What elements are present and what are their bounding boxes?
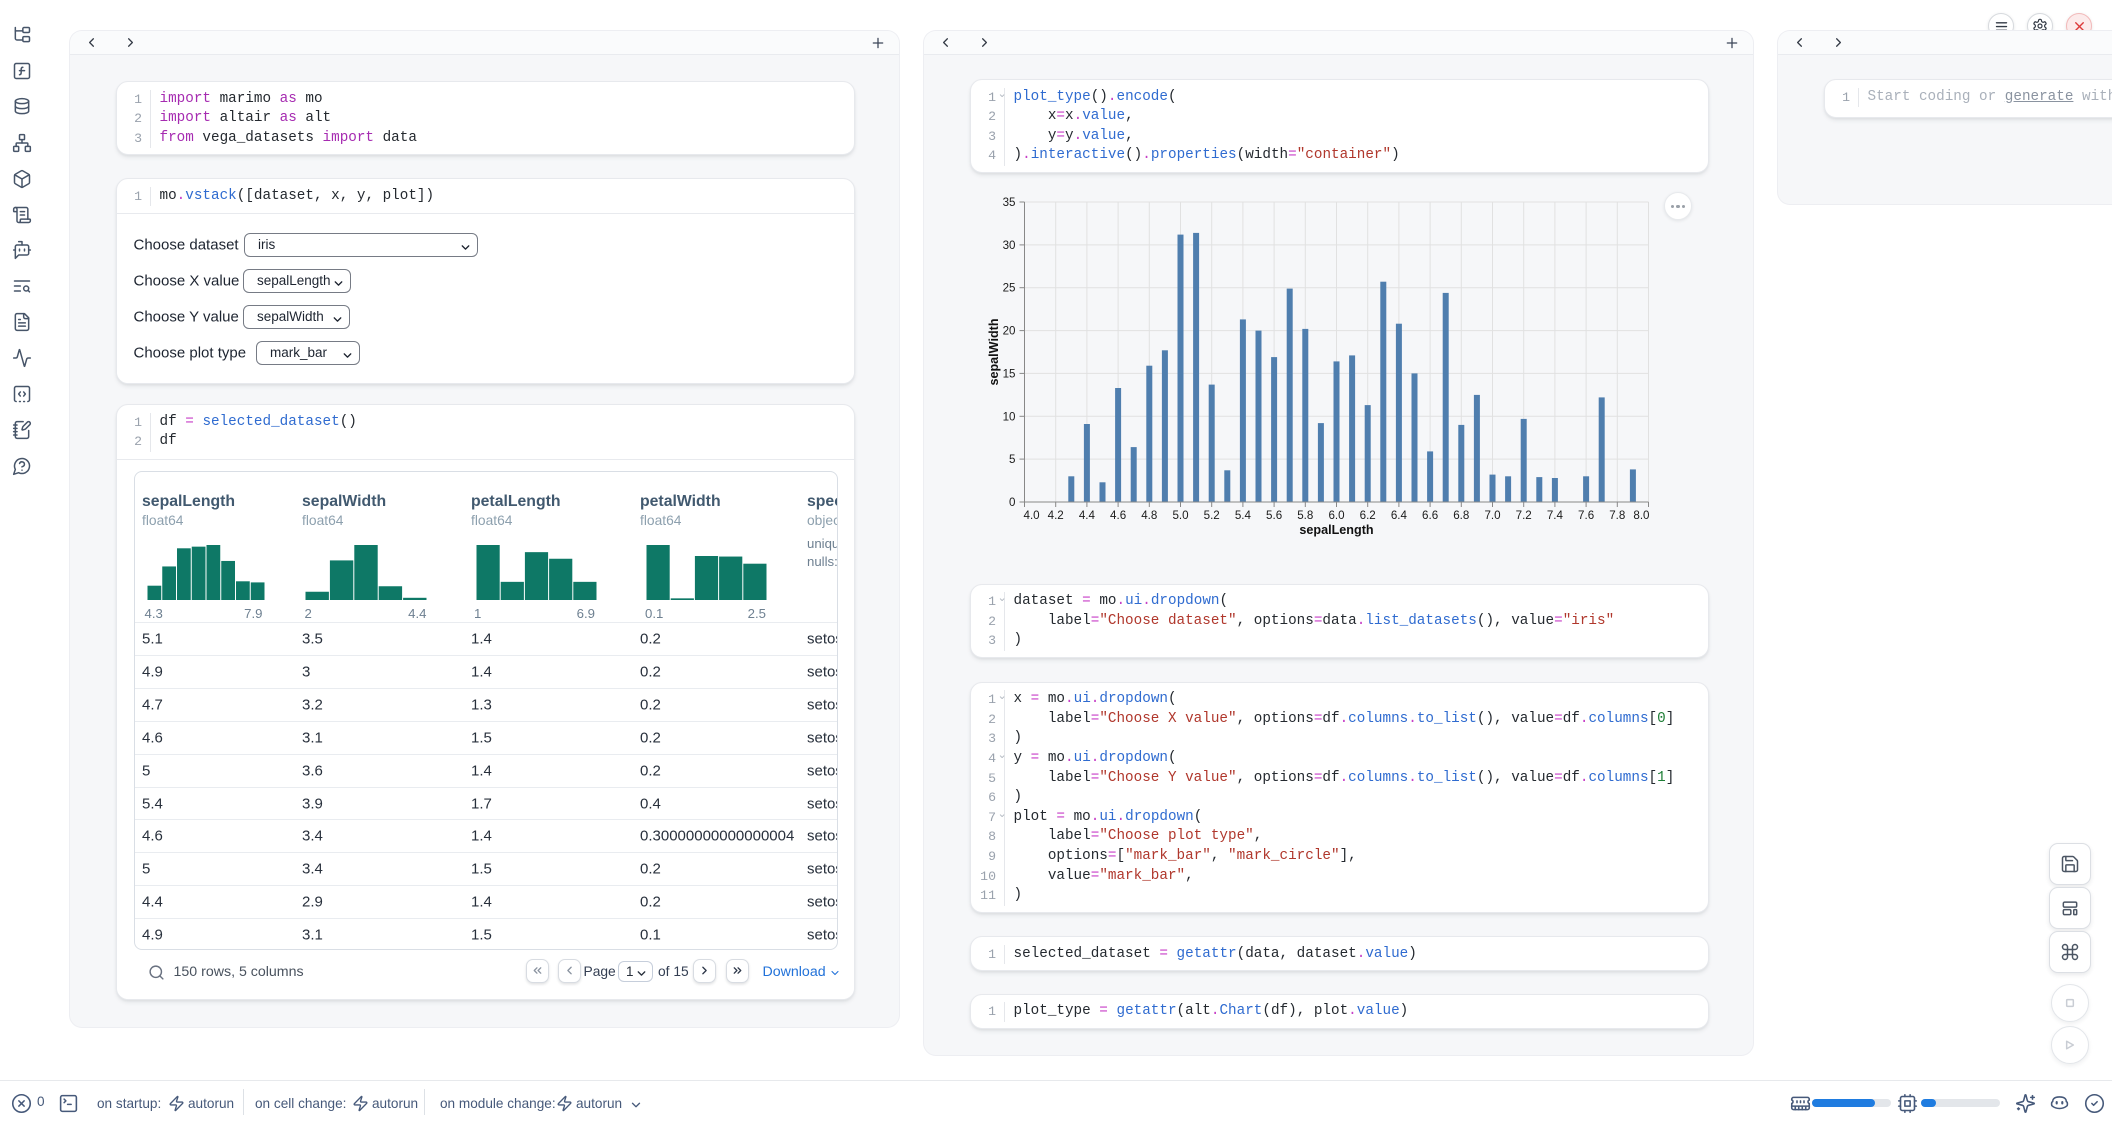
svg-text:20: 20 <box>1003 325 1016 338</box>
svg-text:5.2: 5.2 <box>1204 509 1220 522</box>
svg-text:6.0: 6.0 <box>1328 509 1344 522</box>
svg-text:6.6: 6.6 <box>1422 509 1438 522</box>
svg-text:35: 35 <box>1003 196 1016 209</box>
svg-text:sepalLength: sepalLength <box>1299 523 1373 537</box>
svg-text:7.0: 7.0 <box>1484 509 1500 522</box>
svg-text:4.6: 4.6 <box>1110 509 1126 522</box>
svg-text:4.2: 4.2 <box>1048 509 1064 522</box>
svg-text:10: 10 <box>1003 410 1016 423</box>
svg-text:5: 5 <box>1009 453 1015 466</box>
svg-text:sepalWidth: sepalWidth <box>987 318 1001 385</box>
svg-text:6.8: 6.8 <box>1453 509 1469 522</box>
svg-text:6.4: 6.4 <box>1391 509 1408 522</box>
svg-text:4.4: 4.4 <box>1079 509 1096 522</box>
svg-text:7.4: 7.4 <box>1547 509 1564 522</box>
svg-text:5.0: 5.0 <box>1172 509 1188 522</box>
svg-text:30: 30 <box>1003 239 1016 252</box>
svg-text:25: 25 <box>1003 282 1016 295</box>
svg-text:4.0: 4.0 <box>1024 509 1040 522</box>
svg-text:0: 0 <box>1009 496 1015 509</box>
svg-text:5.4: 5.4 <box>1235 509 1252 522</box>
svg-text:5.6: 5.6 <box>1266 509 1282 522</box>
svg-text:4.8: 4.8 <box>1141 509 1157 522</box>
svg-text:7.8: 7.8 <box>1609 509 1625 522</box>
svg-text:5.8: 5.8 <box>1297 509 1313 522</box>
svg-text:6.2: 6.2 <box>1360 509 1376 522</box>
svg-text:15: 15 <box>1003 367 1016 380</box>
svg-text:7.6: 7.6 <box>1578 509 1594 522</box>
svg-text:8.0: 8.0 <box>1633 509 1649 522</box>
svg-text:7.2: 7.2 <box>1516 509 1532 522</box>
